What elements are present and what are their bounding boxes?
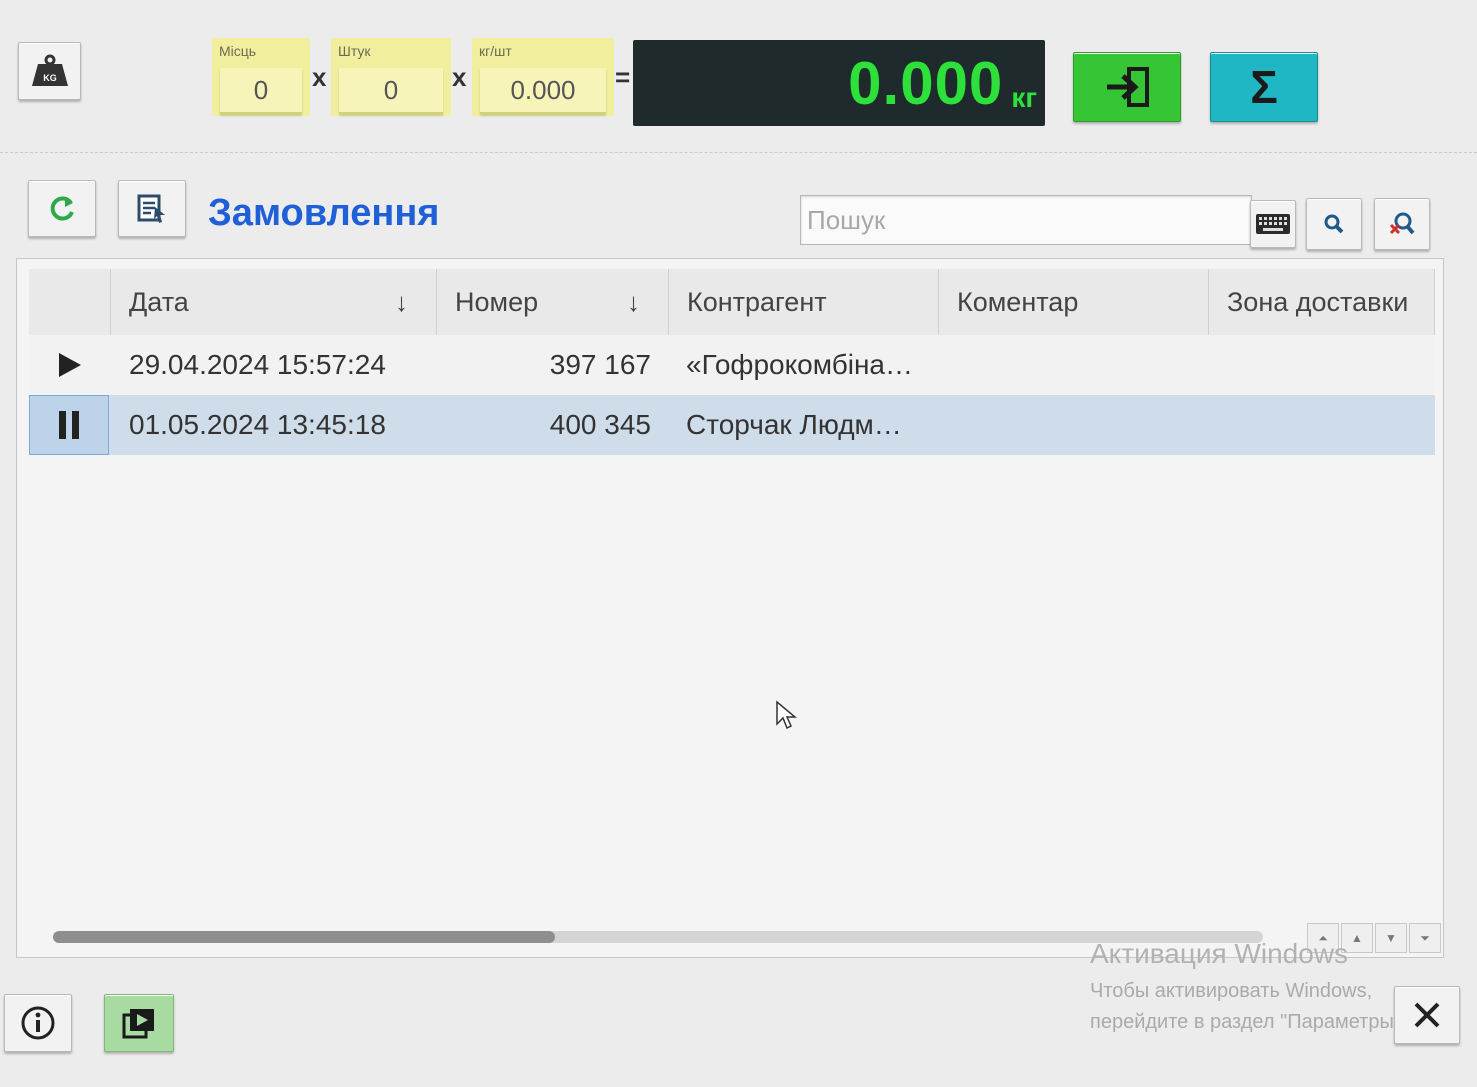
- cell-number: 400 345: [549, 409, 651, 440]
- kg-per-piece-value[interactable]: 0.000: [480, 68, 606, 114]
- column-header-delivery-zone[interactable]: Зона доставки: [1209, 269, 1435, 335]
- places-counter[interactable]: Місць 0: [212, 38, 310, 116]
- column-header-number-label: Номер: [455, 286, 539, 317]
- windows-activation-line: Чтобы активировать Windows,: [1090, 980, 1373, 1002]
- weight-display: 0.000 кг: [633, 40, 1045, 126]
- cell-comment: [955, 335, 1215, 395]
- multiply-sign: x: [312, 62, 327, 92]
- cell-delivery-zone: [1225, 395, 1435, 455]
- weight-icon: KG: [31, 54, 68, 86]
- close-icon: [1414, 1002, 1440, 1028]
- table-row-selected[interactable]: 01.05.2024 13:45:18 400 345 Сторчак Людм…: [29, 395, 1435, 455]
- last-page-icon: ⏷: [1420, 930, 1430, 945]
- kg-per-piece-counter[interactable]: кг/шт 0.000: [472, 38, 614, 116]
- chevron-down-icon: ▼: [1385, 931, 1397, 945]
- column-header-delivery-zone-label: Зона доставки: [1227, 286, 1409, 317]
- toolbar-divider: [0, 152, 1477, 153]
- row-marker: [29, 335, 109, 395]
- scrollbar-thumb[interactable]: [53, 931, 555, 943]
- mouse-cursor-icon: [776, 700, 797, 730]
- windows-activation-text: Чтобы активировать Windows, перейдите в …: [1090, 976, 1401, 1038]
- scroll-down-button[interactable]: ▼: [1375, 923, 1407, 953]
- orders-table: Дата ↓ Номер ↓ Контрагент Коментар Зона …: [16, 258, 1444, 958]
- search-input[interactable]: [800, 195, 1252, 245]
- column-header-date-label: Дата: [129, 286, 189, 317]
- sigma-icon: Σ: [1250, 61, 1278, 113]
- clear-search-button[interactable]: [1374, 198, 1430, 250]
- search-clear-icon: [1389, 212, 1415, 235]
- keyboard-icon: [1256, 214, 1290, 234]
- column-header-number[interactable]: Номер ↓: [437, 269, 669, 335]
- close-button[interactable]: [1394, 986, 1460, 1044]
- slideshow-icon: [122, 1009, 154, 1039]
- row-marker: [29, 395, 109, 455]
- sum-button[interactable]: Σ: [1210, 52, 1318, 122]
- refresh-icon: [50, 195, 74, 220]
- column-header-marker: [29, 269, 111, 335]
- horizontal-scrollbar[interactable]: [53, 931, 1263, 943]
- cell-counterparty: «Гофрокомбіна…: [686, 349, 913, 380]
- info-icon: [21, 1006, 55, 1040]
- sort-down-icon: ↓: [395, 287, 408, 317]
- cell-counterparty: Сторчак Людм…: [686, 409, 902, 440]
- search-button[interactable]: [1306, 198, 1362, 250]
- chevron-up-icon: ▲: [1351, 931, 1363, 945]
- sort-down-icon: ↓: [627, 287, 640, 317]
- pieces-counter[interactable]: Штук 0: [331, 38, 451, 116]
- page-title: Замовлення: [208, 192, 440, 234]
- cell-delivery-zone: [1225, 335, 1435, 395]
- places-value[interactable]: 0: [220, 68, 302, 114]
- equals-sign: =: [615, 62, 631, 92]
- document-cursor-icon: [137, 194, 165, 223]
- kg-per-piece-label: кг/шт: [479, 43, 512, 59]
- column-header-counterparty[interactable]: Контрагент: [669, 269, 939, 335]
- weight-unit: кг: [1011, 82, 1037, 113]
- login-arrow-icon: [1107, 67, 1149, 107]
- table-row[interactable]: 29.04.2024 15:57:24 397 167 «Гофрокомбін…: [29, 335, 1435, 395]
- scroll-last-button[interactable]: ⏷: [1409, 923, 1441, 953]
- cell-date: 29.04.2024 15:57:24: [129, 349, 386, 380]
- pause-icon: [59, 411, 79, 439]
- refresh-button[interactable]: [28, 180, 96, 237]
- cell-number: 397 167: [549, 349, 651, 380]
- weight-value: 0.000: [848, 50, 1004, 117]
- column-header-comment-label: Коментар: [957, 286, 1079, 317]
- places-label: Місць: [219, 43, 257, 59]
- multiply-sign-2: x: [452, 62, 467, 92]
- windows-activation-line: перейдите в раздел "Параметры": [1090, 1011, 1401, 1033]
- cell-comment: [955, 395, 1215, 455]
- cell-date: 01.05.2024 13:45:18: [129, 409, 386, 440]
- select-document-button[interactable]: [118, 180, 186, 237]
- column-header-date[interactable]: Дата ↓: [111, 269, 437, 335]
- play-icon: [59, 353, 81, 377]
- pieces-label: Штук: [338, 43, 371, 59]
- scale-button[interactable]: KG: [18, 42, 81, 100]
- keyboard-button[interactable]: [1250, 200, 1296, 248]
- windows-activation-title: Активация Windows: [1090, 938, 1349, 969]
- pieces-value[interactable]: 0: [339, 68, 443, 114]
- svg-text:KG: KG: [43, 73, 57, 83]
- search-icon: [1324, 214, 1344, 234]
- column-header-comment[interactable]: Коментар: [939, 269, 1209, 335]
- enter-weight-button[interactable]: [1073, 52, 1181, 122]
- column-header-counterparty-label: Контрагент: [687, 286, 827, 317]
- info-button[interactable]: [4, 994, 72, 1052]
- media-button[interactable]: [104, 994, 174, 1052]
